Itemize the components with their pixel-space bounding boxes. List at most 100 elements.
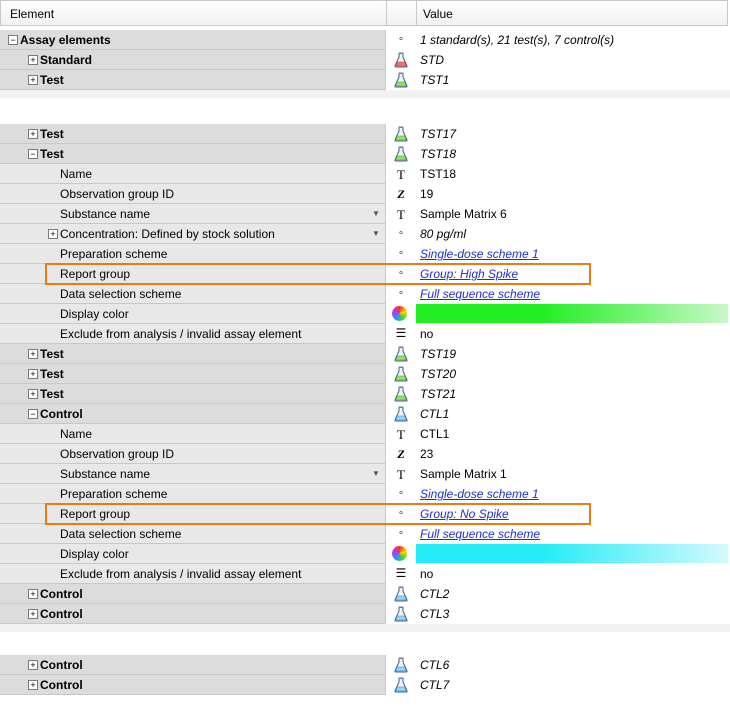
value-link[interactable]: Full sequence scheme xyxy=(420,527,540,541)
element-label: Report group xyxy=(60,507,131,521)
tree-row[interactable]: + Test TST20 xyxy=(0,364,730,384)
element-cell[interactable]: Substance name ▼ xyxy=(0,204,385,224)
element-cell[interactable]: Substance name ▼ xyxy=(0,464,385,484)
expand-icon[interactable]: + xyxy=(28,349,38,359)
element-cell[interactable]: Report group xyxy=(0,504,385,524)
value-link[interactable]: Single-dose scheme 1 xyxy=(420,247,539,261)
element-cell[interactable]: + Test xyxy=(0,70,385,90)
color-swatch[interactable] xyxy=(416,304,728,323)
element-cell[interactable]: Display color xyxy=(0,304,385,324)
expand-icon[interactable]: + xyxy=(28,680,38,690)
type-icon-cell xyxy=(386,384,415,404)
dropdown-arrow-icon[interactable]: ▼ xyxy=(372,209,380,218)
element-cell[interactable]: + Test xyxy=(0,384,385,404)
element-label: Standard xyxy=(40,53,93,67)
element-cell[interactable]: − Test xyxy=(0,144,385,164)
element-cell[interactable]: Preparation scheme xyxy=(0,484,385,504)
element-cell[interactable]: Data selection scheme xyxy=(0,284,385,304)
element-label: Name xyxy=(60,427,93,441)
tree-row[interactable]: − Control CTL1 xyxy=(0,404,730,424)
flask-green-icon xyxy=(394,346,408,362)
property-row[interactable]: Observation group ID Z 19 xyxy=(0,184,730,204)
element-cell[interactable]: + Test xyxy=(0,364,385,384)
property-row[interactable]: Substance name ▼ T Sample Matrix 1 xyxy=(0,464,730,484)
property-row[interactable]: Display color xyxy=(0,544,730,564)
property-row[interactable]: Substance name ▼ T Sample Matrix 6 xyxy=(0,204,730,224)
element-column-header[interactable]: Element xyxy=(10,7,54,21)
value-link[interactable]: Group: High Spike xyxy=(420,267,518,281)
property-row[interactable]: + Concentration: Defined by stock solutio… xyxy=(0,224,730,244)
property-row[interactable]: Data selection scheme ∘ Full sequence sche… xyxy=(0,524,730,544)
element-cell[interactable]: Observation group ID xyxy=(0,184,385,204)
dropdown-arrow-icon[interactable]: ▼ xyxy=(372,229,380,238)
tree-row[interactable]: + Standard STD xyxy=(0,50,730,70)
property-row[interactable]: Exclude from analysis / invalid assay el… xyxy=(0,564,730,584)
collapse-icon[interactable]: − xyxy=(28,149,38,159)
dropdown-arrow-icon[interactable]: ▼ xyxy=(372,469,380,478)
tree-row[interactable]: + Test TST19 xyxy=(0,344,730,364)
tree-row[interactable]: + Control CTL7 xyxy=(0,675,730,695)
element-cell[interactable]: + Control xyxy=(0,584,385,604)
element-cell[interactable]: Preparation scheme xyxy=(0,244,385,264)
element-cell[interactable]: Exclude from analysis / invalid assay el… xyxy=(0,324,385,344)
expand-icon[interactable]: + xyxy=(28,389,38,399)
element-cell[interactable]: − Assay elements xyxy=(0,30,385,50)
tree-break xyxy=(0,624,730,632)
expand-icon[interactable]: + xyxy=(28,589,38,599)
property-row[interactable]: Name T CTL1 xyxy=(0,424,730,444)
element-cell[interactable]: Name xyxy=(0,424,385,444)
element-cell[interactable]: + Test xyxy=(0,344,385,364)
tree-row[interactable]: − Test TST18 xyxy=(0,144,730,164)
element-cell[interactable]: Name xyxy=(0,164,385,184)
type-icon-cell: ☰ xyxy=(386,564,415,584)
element-cell[interactable]: Exclude from analysis / invalid assay el… xyxy=(0,564,385,584)
flask-blue-icon xyxy=(394,586,408,602)
element-cell[interactable]: + Control xyxy=(0,655,385,675)
type-icon-cell xyxy=(386,144,415,164)
expand-icon[interactable]: + xyxy=(28,660,38,670)
element-cell[interactable]: + Control xyxy=(0,675,385,695)
collapse-icon[interactable]: − xyxy=(8,35,18,45)
column-separator[interactable] xyxy=(386,1,387,25)
tree-row[interactable]: + Control CTL2 xyxy=(0,584,730,604)
expand-icon[interactable]: + xyxy=(28,55,38,65)
tree-row[interactable]: + Control CTL3 xyxy=(0,604,730,624)
property-row[interactable]: Observation group ID Z 23 xyxy=(0,444,730,464)
value-link[interactable]: Full sequence scheme xyxy=(420,287,540,301)
value-link[interactable]: Single-dose scheme 1 xyxy=(420,487,539,501)
element-cell[interactable]: Report group xyxy=(0,264,385,284)
element-cell[interactable]: Observation group ID xyxy=(0,444,385,464)
expand-icon[interactable]: + xyxy=(28,369,38,379)
property-row[interactable]: Preparation scheme ∘ Single-dose scheme 1 xyxy=(0,244,730,264)
expand-icon[interactable]: + xyxy=(28,609,38,619)
property-row[interactable]: Preparation scheme ∘ Single-dose scheme 1 xyxy=(0,484,730,504)
color-swatch[interactable] xyxy=(416,544,728,563)
tree-row[interactable]: − Assay elements ∘ 1 standard(s), 21 test(s… xyxy=(0,30,730,50)
element-label: Substance name xyxy=(60,207,151,221)
tree-row[interactable]: + Test TST17 xyxy=(0,124,730,144)
tree-row[interactable]: + Control CTL6 xyxy=(0,655,730,675)
property-row[interactable]: Report group ∘ Group: No Spike xyxy=(0,504,730,524)
column-separator[interactable] xyxy=(416,1,417,25)
element-cell[interactable]: + Standard xyxy=(0,50,385,70)
property-row[interactable]: Display color xyxy=(0,304,730,324)
element-cell[interactable]: + Concentration: Defined by stock solutio… xyxy=(0,224,385,244)
value-column-header[interactable]: Value xyxy=(423,7,453,21)
element-cell[interactable]: − Control xyxy=(0,404,385,424)
element-label: Test xyxy=(40,387,64,401)
tree-row[interactable]: + Test TST1 xyxy=(0,70,730,90)
tree-row[interactable]: + Test TST21 xyxy=(0,384,730,404)
property-row[interactable]: Exclude from analysis / invalid assay el… xyxy=(0,324,730,344)
property-row[interactable]: Data selection scheme ∘ Full sequence sche… xyxy=(0,284,730,304)
property-row[interactable]: Report group ∘ Group: High Spike xyxy=(0,264,730,284)
expand-icon[interactable]: + xyxy=(28,129,38,139)
collapse-icon[interactable]: − xyxy=(28,409,38,419)
element-cell[interactable]: + Test xyxy=(0,124,385,144)
expand-icon[interactable]: + xyxy=(48,229,58,239)
expand-icon[interactable]: + xyxy=(28,75,38,85)
element-cell[interactable]: Display color xyxy=(0,544,385,564)
element-cell[interactable]: + Control xyxy=(0,604,385,624)
property-row[interactable]: Name T TST18 xyxy=(0,164,730,184)
value-link[interactable]: Group: No Spike xyxy=(420,507,509,521)
element-cell[interactable]: Data selection scheme xyxy=(0,524,385,544)
